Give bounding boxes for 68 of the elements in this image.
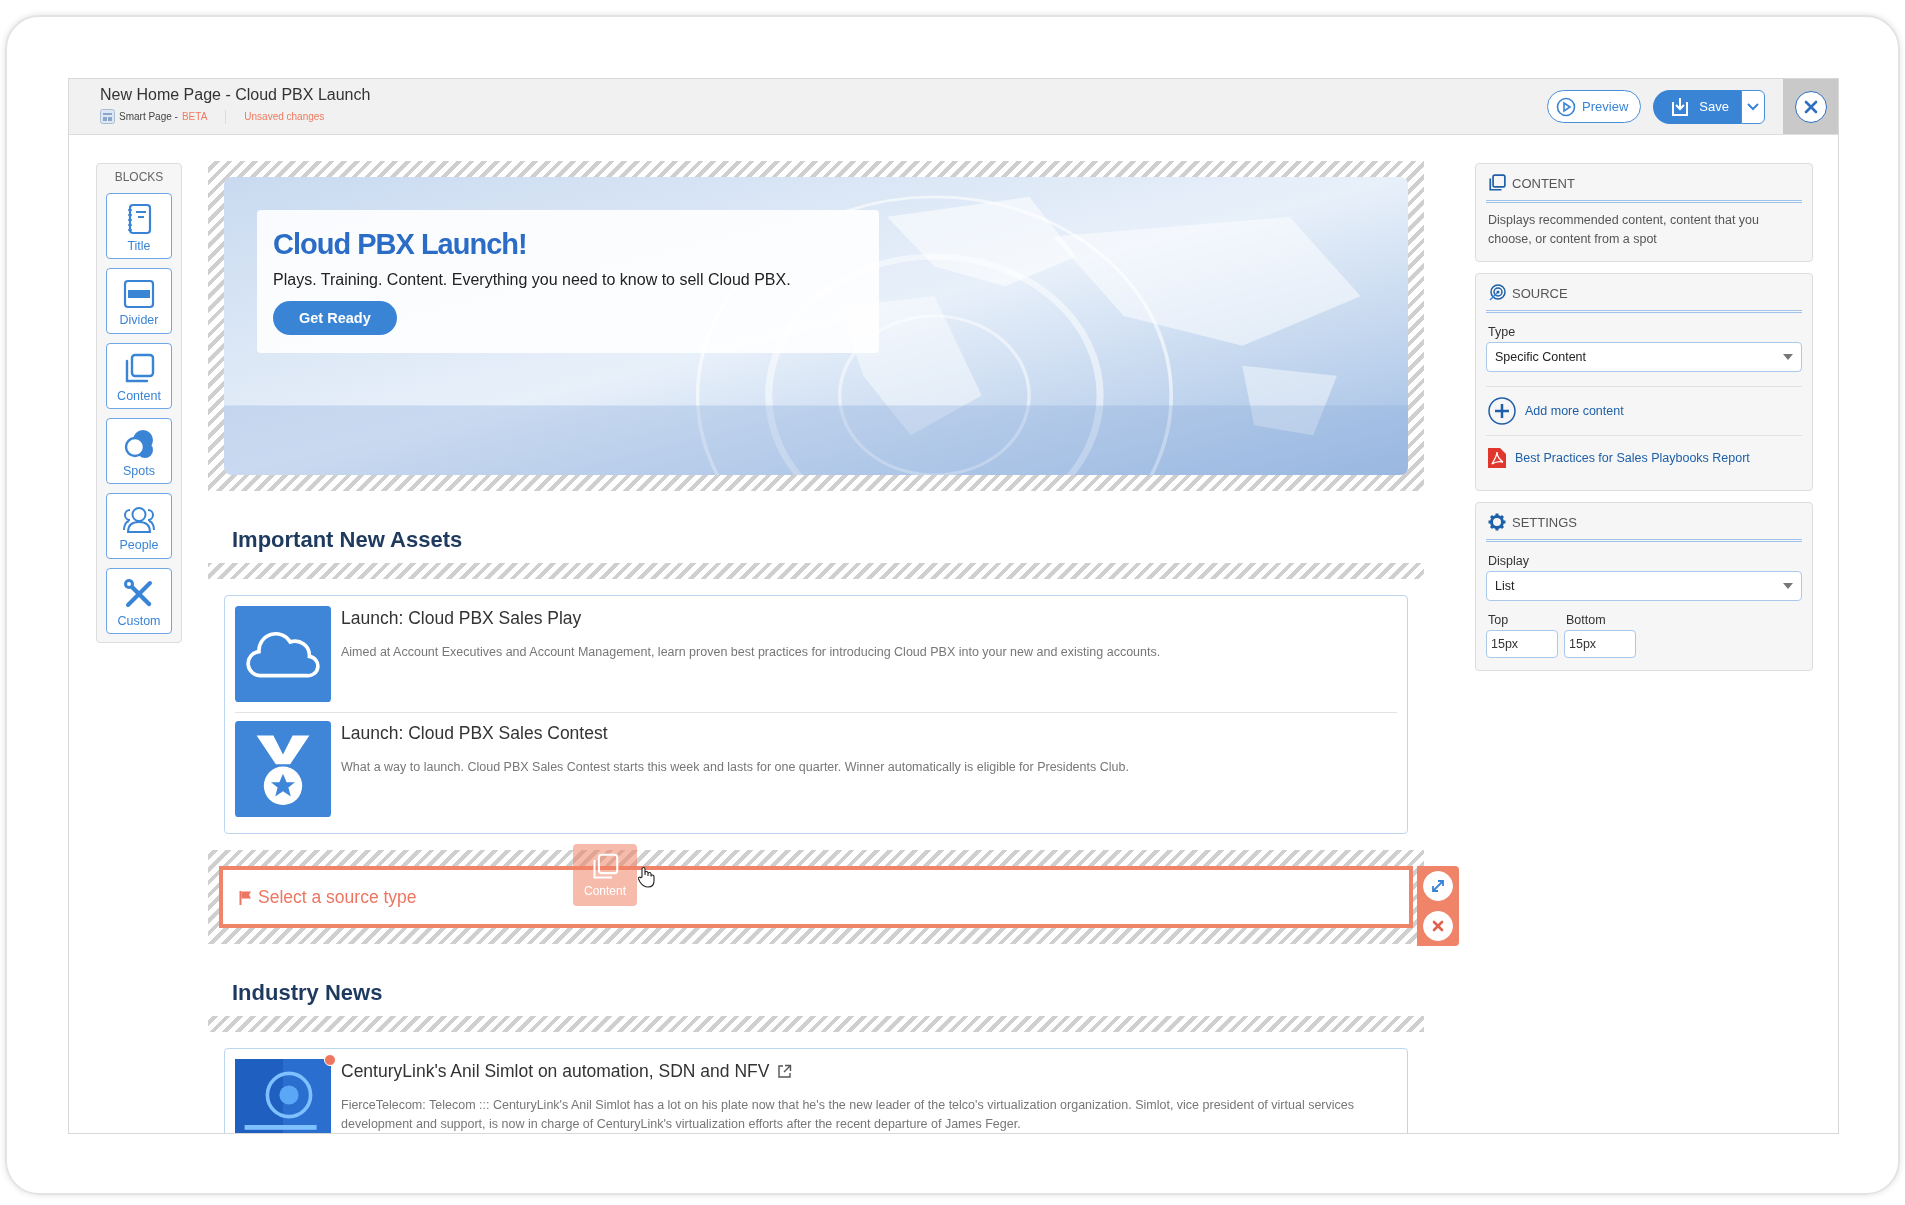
add-content-link[interactable]: Add more content bbox=[1525, 404, 1624, 418]
people-icon bbox=[122, 504, 156, 534]
pdf-icon bbox=[1488, 448, 1506, 468]
dropdown-arrow-icon bbox=[1783, 354, 1793, 360]
page-title: New Home Page - Cloud PBX Launch bbox=[100, 86, 371, 104]
expand-button[interactable] bbox=[1423, 871, 1453, 901]
panel-heading: CONTENT bbox=[1512, 175, 1575, 191]
top-margin-field[interactable]: 15px bbox=[1486, 630, 1558, 658]
hero-text: Plays. Training. Content. Everything you need to know to sell Cloud PBX. bbox=[273, 271, 792, 289]
medal-icon bbox=[235, 721, 331, 817]
content-link[interactable]: Best Practices for Sales Playbooks Report bbox=[1515, 451, 1750, 465]
section-heading: Important New Assets bbox=[208, 491, 1424, 563]
item-title[interactable]: Launch: Cloud PBX Sales Play bbox=[341, 608, 582, 629]
field-label: Top bbox=[1488, 613, 1510, 627]
block-tile[interactable]: Content bbox=[106, 343, 172, 409]
page-icon bbox=[100, 109, 115, 124]
field-label: Type bbox=[1488, 325, 1517, 339]
block-tile[interactable]: Divider bbox=[106, 268, 172, 334]
dragged-block: Content bbox=[573, 844, 637, 906]
content-icon bbox=[591, 852, 619, 881]
page-type: Smart Page - bbox=[119, 111, 178, 122]
item-description: What a way to launch. Cloud PBX Sales Contest starts this week and lasts for one quarter. Winner automatically is eligible for Presidents Club. bbox=[341, 759, 1130, 776]
item-description: Aimed at Account Executives and Account Management, learn proven best practices for introducing Cloud PBX into your new and existing accounts. bbox=[341, 644, 1162, 661]
tools-icon bbox=[123, 578, 155, 610]
external-link-icon[interactable] bbox=[777, 1064, 793, 1079]
get-ready-button[interactable]: Get Ready bbox=[273, 301, 397, 335]
save-options-button[interactable] bbox=[1741, 89, 1765, 124]
save-button[interactable]: Save bbox=[1653, 89, 1741, 124]
item-description: FierceTelecom: Telecom ::: CenturyLink's Anil Simlot has a lot on his plate now that he's the new leader of the telco's virtualization organization. Simlot, vice president of virtual services development and support, is now in charge of CenturyLink's virtualization efforts after the recent departure of James Feger. bbox=[341, 1097, 1355, 1133]
close-icon bbox=[1802, 98, 1819, 115]
source-prompt: Select a source type bbox=[258, 886, 417, 908]
hand-cursor-icon bbox=[637, 866, 655, 888]
block-tile[interactable]: Spots bbox=[106, 418, 172, 484]
item-title[interactable]: Launch: Cloud PBX Sales Contest bbox=[341, 723, 608, 744]
display-dropdown[interactable]: List bbox=[1486, 571, 1802, 601]
play-icon bbox=[1556, 96, 1577, 117]
bottom-margin-field[interactable]: 15px bbox=[1564, 630, 1636, 658]
block-tile[interactable]: Title bbox=[106, 193, 172, 259]
unsaved-status: Unsaved changes bbox=[244, 111, 325, 122]
notebook-icon bbox=[126, 203, 152, 235]
content-icon bbox=[123, 353, 155, 385]
hero-heading: Cloud PBX Launch! bbox=[273, 228, 528, 261]
content-description: Displays recommended content, content that you choose, or content from a spot bbox=[1487, 212, 1760, 248]
field-label: Display bbox=[1488, 554, 1530, 568]
close-icon bbox=[1431, 919, 1445, 933]
item-title[interactable]: CenturyLink's Anil Simlot on automation, SDN and NFV bbox=[341, 1061, 770, 1082]
cloud-icon bbox=[235, 606, 331, 702]
type-dropdown[interactable]: Specific Content bbox=[1486, 342, 1802, 372]
section-heading: Industry News bbox=[208, 944, 1424, 1016]
add-icon[interactable] bbox=[1488, 397, 1516, 425]
dropdown-arrow-icon bbox=[1783, 583, 1793, 589]
close-button[interactable] bbox=[1794, 90, 1827, 123]
block-tile[interactable]: Custom bbox=[106, 568, 172, 634]
field-label: Bottom bbox=[1566, 613, 1607, 627]
remove-button[interactable] bbox=[1423, 911, 1453, 941]
preview-button[interactable]: Preview bbox=[1547, 90, 1642, 123]
flag-icon bbox=[239, 889, 252, 905]
beta-label: BETA bbox=[181, 111, 208, 122]
circles-icon bbox=[123, 428, 155, 460]
panel-heading: SETTINGS bbox=[1512, 514, 1577, 530]
block-tile[interactable]: People bbox=[106, 493, 172, 559]
panel-heading: SOURCE bbox=[1512, 285, 1568, 301]
content-icon bbox=[1488, 174, 1506, 192]
blocks-heading: BLOCKS bbox=[114, 170, 164, 184]
expand-icon bbox=[1430, 878, 1446, 894]
settings-icon bbox=[1488, 513, 1506, 531]
caret-icon bbox=[1746, 101, 1760, 112]
target-icon bbox=[1488, 284, 1506, 302]
